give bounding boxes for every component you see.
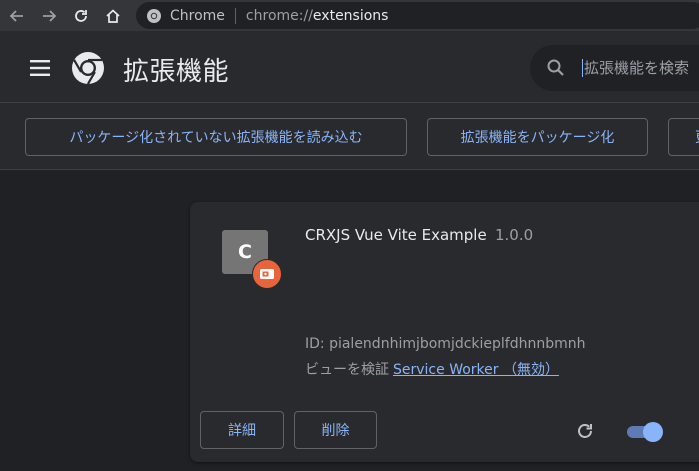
extension-card: C CRXJS Vue Vite Example 1.0.0 ID: piale… — [190, 202, 699, 462]
search-extensions-box[interactable] — [530, 45, 699, 91]
extension-version: 1.0.0 — [495, 226, 534, 244]
home-button[interactable] — [102, 5, 124, 27]
reload-icon — [75, 9, 87, 22]
reload-page-button[interactable] — [70, 5, 92, 27]
hamburger-menu-icon — [30, 60, 50, 76]
unpacked-badge-icon — [252, 259, 282, 289]
load-unpacked-button[interactable]: パッケージ化されていない拡張機能を読み込む — [25, 118, 407, 156]
home-icon — [106, 8, 120, 23]
url-scheme: chrome:// — [245, 7, 313, 24]
reload-extension-button[interactable] — [575, 421, 595, 445]
service-worker-link[interactable]: Service Worker （無効） — [393, 362, 559, 378]
arrow-right-icon — [43, 9, 57, 22]
toggle-knob — [643, 422, 663, 442]
details-button[interactable]: 詳細 — [200, 411, 284, 449]
update-button[interactable]: 更 — [668, 118, 699, 156]
browser-toolbar: Chrome chrome://extensions — [0, 0, 699, 31]
extension-enable-toggle[interactable] — [625, 422, 665, 442]
extensions-header: 拡張機能 — [0, 31, 699, 102]
text-caret — [582, 59, 583, 77]
remove-button[interactable]: 削除 — [294, 411, 377, 449]
forward-button[interactable] — [38, 5, 60, 27]
page-title: 拡張機能 — [123, 57, 230, 87]
arrow-left-icon — [9, 9, 23, 22]
inspect-views-label: ビューを検証 — [305, 362, 389, 378]
main-menu-button[interactable] — [30, 59, 52, 81]
search-input[interactable] — [584, 59, 699, 77]
chrome-site-icon — [147, 8, 161, 23]
address-bar[interactable]: Chrome chrome://extensions — [136, 2, 699, 29]
site-name: Chrome — [170, 7, 225, 24]
pack-extension-button[interactable]: 拡張機能をパッケージ化 — [427, 118, 648, 156]
back-button[interactable] — [6, 5, 28, 27]
extension-name: CRXJS Vue Vite Example — [305, 226, 487, 244]
developer-toolbar: パッケージ化されていない拡張機能を読み込む 拡張機能をパッケージ化 更 — [0, 102, 699, 170]
extension-id: ID: pialendnhimjbomjdckieplfdhnnbmnh — [305, 336, 586, 352]
search-icon — [547, 59, 564, 76]
chrome-logo-icon — [71, 51, 105, 89]
inspect-views-row: ビューを検証 Service Worker （無効） — [305, 359, 559, 379]
reload-icon — [578, 424, 592, 438]
omnibox-separator — [234, 7, 236, 24]
url-host: extensions — [312, 7, 389, 24]
